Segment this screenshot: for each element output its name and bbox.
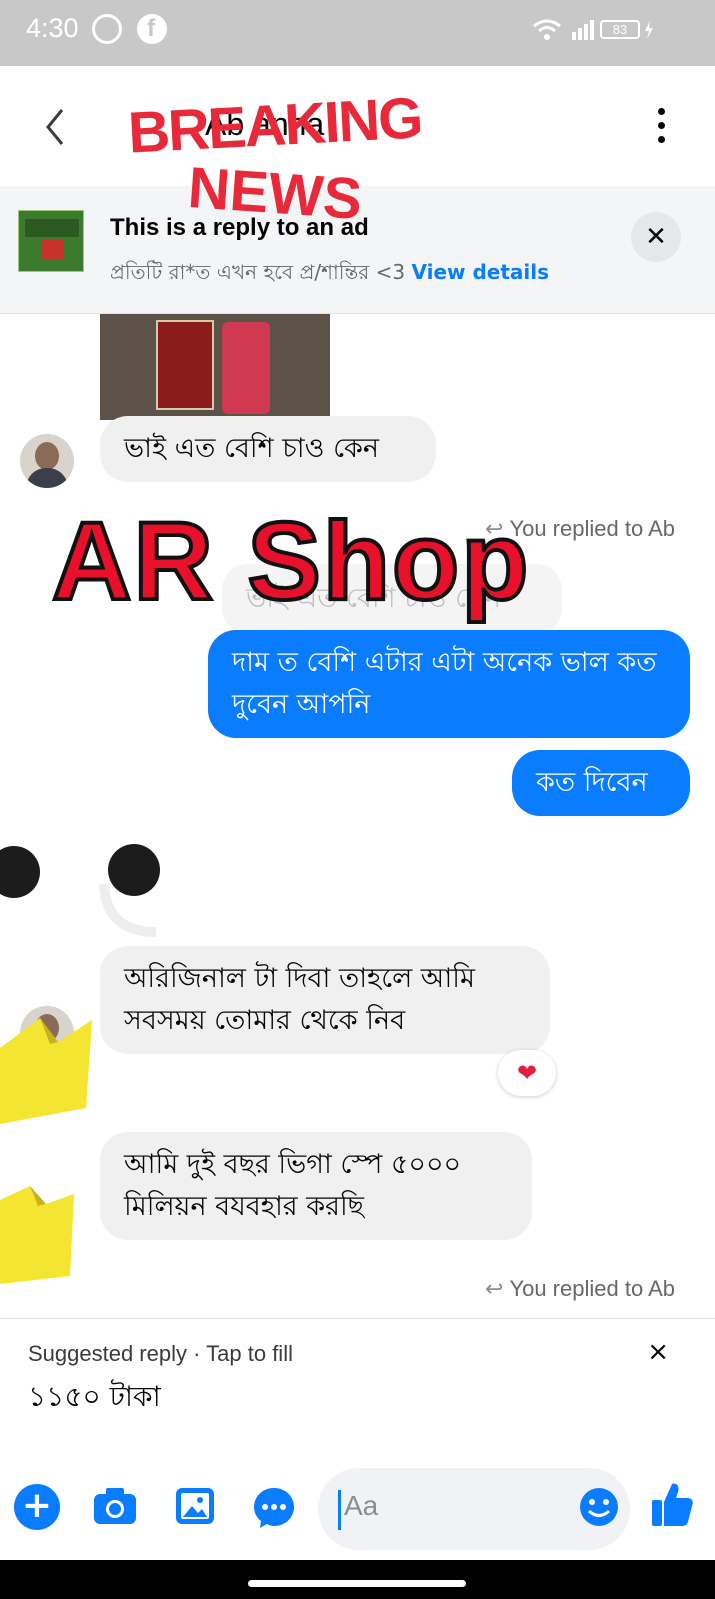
message-bubble-incoming[interactable]: ভাই এত বেশি চাও কেন xyxy=(100,416,436,482)
status-bar: 4:30 f 83 xyxy=(0,0,715,66)
message-composer: + Aa xyxy=(0,1450,715,1560)
facebook-icon: f xyxy=(137,14,167,44)
ad-thumbnail[interactable] xyxy=(18,210,84,272)
ad-banner-subtitle: প্রতিটি রা*ত এখন হবে প্র/শান্তির <3 View… xyxy=(110,258,549,291)
heart-reaction-icon[interactable]: ❤ xyxy=(498,1050,556,1096)
message-bubble-outgoing[interactable]: দাম ত বেশি এটার এটা অনেক ভাল কত দুবেন আপ… xyxy=(208,630,690,738)
avatar[interactable] xyxy=(20,434,74,488)
messenger-icon xyxy=(92,14,122,44)
replied-text: You replied to Ab xyxy=(509,1276,675,1301)
ar-shop-sticker: AR Shop xyxy=(50,498,531,625)
message-bubble-outgoing[interactable]: কত দিবেন xyxy=(512,750,690,816)
suggested-reply-header: Suggested reply · Tap to fill xyxy=(28,1341,293,1366)
product-image-message[interactable] xyxy=(100,314,330,420)
news-sticker: NEWS xyxy=(185,155,365,232)
text-caret xyxy=(338,1490,341,1530)
suggested-reply-text[interactable]: ১১৫০ টাকা xyxy=(28,1375,161,1422)
chat-bubble-icon[interactable] xyxy=(252,1486,296,1530)
charging-icon xyxy=(645,21,653,39)
back-button[interactable] xyxy=(38,102,74,152)
ad-subtitle-text: প্রতিটি রা*ত এখন হবে প্র/শান্তির <3 xyxy=(110,260,406,284)
crown-sticker xyxy=(0,1018,92,1124)
close-ad-banner-button[interactable]: ✕ xyxy=(631,212,681,262)
like-icon[interactable] xyxy=(650,1480,694,1528)
mouth-sticker xyxy=(99,883,157,937)
battery-icon: 83 xyxy=(600,20,640,39)
home-gesture-handle[interactable] xyxy=(248,1580,466,1587)
view-details-link[interactable]: View details xyxy=(411,260,549,284)
eye-sticker xyxy=(0,846,40,898)
reply-arrow-icon: ↩ xyxy=(485,1276,504,1301)
status-time: 4:30 xyxy=(26,13,79,43)
more-options-button[interactable] xyxy=(655,108,667,148)
signal-icon xyxy=(572,20,594,40)
camera-icon[interactable] xyxy=(92,1486,138,1526)
gallery-icon[interactable] xyxy=(174,1486,216,1526)
replied-indicator: ↩ You replied to Ab xyxy=(485,1276,675,1302)
plus-icon[interactable]: + xyxy=(14,1484,60,1530)
message-bubble-incoming[interactable]: অরিজিনাল টা দিবা তাহলে আমি সবসময় তোমার … xyxy=(100,946,550,1054)
message-bubble-incoming[interactable]: আমি দুই বছর ভিগা স্পে ৫০০০ মিলিয়ন বযবহা… xyxy=(100,1132,532,1240)
emoji-icon[interactable] xyxy=(578,1486,620,1528)
close-suggestion-button[interactable]: × xyxy=(647,1337,669,1367)
wifi-icon xyxy=(533,19,561,40)
message-input-placeholder: Aa xyxy=(344,1490,379,1521)
system-navigation-bar xyxy=(0,1560,715,1599)
suggested-reply-panel[interactable]: Suggested reply · Tap to fill ১১৫০ টাকা … xyxy=(0,1318,715,1450)
replied-text: You replied to Ab xyxy=(509,516,675,541)
crown-sticker xyxy=(0,1186,74,1284)
